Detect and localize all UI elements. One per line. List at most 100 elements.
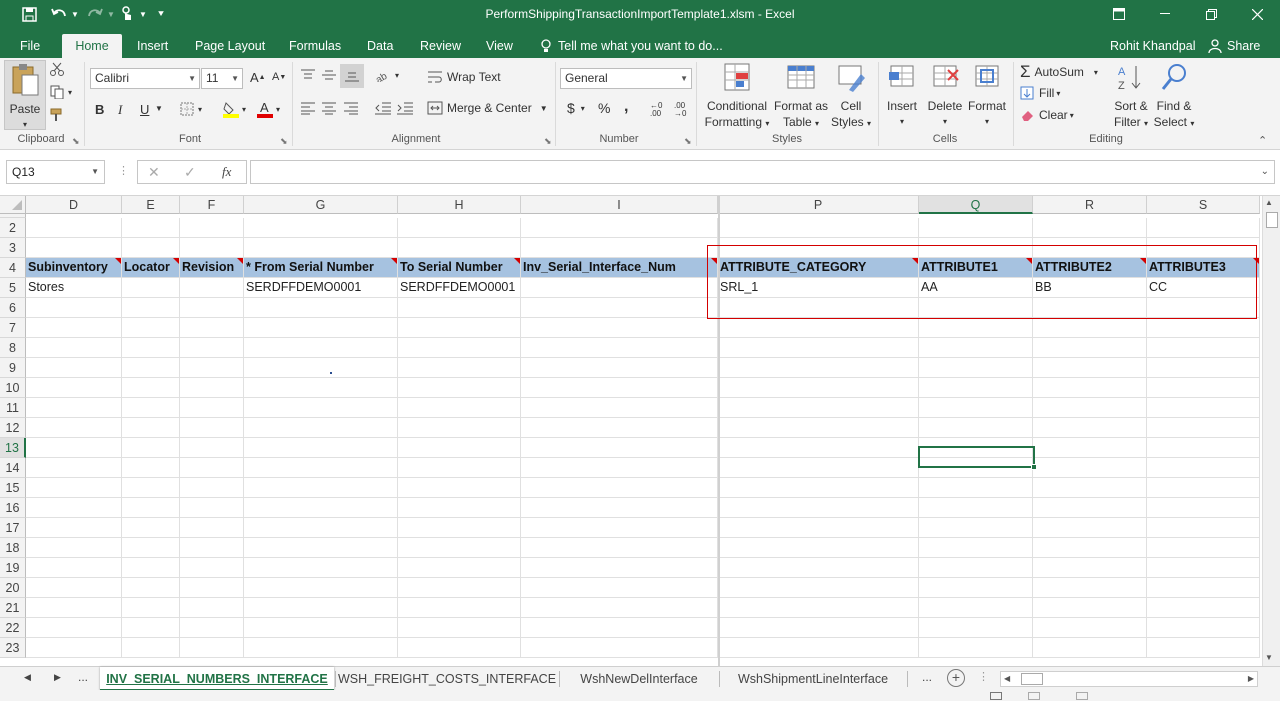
empty-cell[interactable] bbox=[398, 618, 521, 638]
empty-cell[interactable] bbox=[122, 398, 180, 418]
bold-button[interactable]: B bbox=[95, 102, 104, 117]
empty-cell[interactable] bbox=[1033, 318, 1147, 338]
worksheet-grid[interactable]: DEFGHIPQRS 2 3 4 5 6 7 8 9 10 11 12 13 14 15 16 17 18 19 2… bbox=[0, 196, 1262, 666]
enter-icon[interactable]: ✓ bbox=[184, 164, 196, 181]
empty-cell[interactable] bbox=[398, 358, 521, 378]
formula-input[interactable]: ⌄ bbox=[250, 160, 1275, 184]
font-launcher-icon[interactable]: ⬊ bbox=[280, 136, 288, 147]
empty-cell[interactable] bbox=[398, 478, 521, 498]
empty-cell[interactable] bbox=[1033, 338, 1147, 358]
empty-cell[interactable] bbox=[718, 218, 919, 238]
empty-cell[interactable] bbox=[1147, 478, 1260, 498]
percent-style-button[interactable]: % bbox=[598, 100, 610, 116]
empty-cell[interactable] bbox=[180, 618, 244, 638]
empty-cell[interactable] bbox=[244, 538, 398, 558]
decrease-indent-icon[interactable] bbox=[374, 101, 392, 115]
empty-cell[interactable] bbox=[122, 218, 180, 238]
cancel-icon[interactable]: ✕ bbox=[148, 164, 160, 181]
empty-cell[interactable] bbox=[180, 518, 244, 538]
formula-bar-handle-icon[interactable]: ⋮ bbox=[118, 164, 130, 177]
empty-cell[interactable] bbox=[1033, 218, 1147, 238]
decrease-decimal-icon[interactable]: .00 →0 bbox=[674, 102, 686, 118]
empty-cell[interactable] bbox=[1033, 378, 1147, 398]
underline-button[interactable]: U bbox=[140, 102, 149, 117]
empty-cell[interactable] bbox=[244, 338, 398, 358]
select-all-corner[interactable] bbox=[0, 196, 26, 214]
scroll-right-icon[interactable]: ▶ bbox=[1248, 674, 1254, 683]
empty-cell[interactable] bbox=[26, 318, 122, 338]
row-header-22[interactable]: 22 bbox=[0, 618, 26, 638]
empty-cell[interactable] bbox=[398, 438, 521, 458]
empty-cell[interactable] bbox=[1147, 458, 1260, 478]
empty-cell[interactable] bbox=[244, 438, 398, 458]
empty-cell[interactable] bbox=[1147, 338, 1260, 358]
empty-cell[interactable] bbox=[1147, 638, 1260, 658]
header-cell[interactable]: Locator bbox=[122, 258, 180, 278]
empty-cell[interactable] bbox=[1033, 398, 1147, 418]
empty-cell[interactable] bbox=[122, 318, 180, 338]
decrease-font-icon[interactable]: A ▼ bbox=[272, 71, 286, 83]
conditional-formatting-button[interactable]: Conditional Formatting ▾ bbox=[703, 62, 771, 132]
empty-cell[interactable] bbox=[398, 638, 521, 658]
format-cells-button[interactable]: Format ▾ bbox=[966, 62, 1008, 130]
empty-cell[interactable] bbox=[521, 298, 718, 318]
empty-cell[interactable] bbox=[919, 418, 1033, 438]
column-header-i[interactable]: I bbox=[521, 196, 718, 214]
empty-cell[interactable] bbox=[919, 638, 1033, 658]
empty-cell[interactable] bbox=[1147, 518, 1260, 538]
empty-cell[interactable] bbox=[718, 558, 919, 578]
empty-cell[interactable] bbox=[1033, 598, 1147, 618]
empty-cell[interactable] bbox=[398, 318, 521, 338]
empty-cell[interactable] bbox=[26, 638, 122, 658]
empty-cell[interactable] bbox=[718, 418, 919, 438]
empty-cell[interactable] bbox=[26, 298, 122, 318]
empty-cell[interactable] bbox=[1147, 618, 1260, 638]
tab-page-layout[interactable]: Page Layout bbox=[187, 34, 273, 58]
italic-button[interactable]: I bbox=[118, 102, 122, 118]
empty-cell[interactable] bbox=[26, 358, 122, 378]
header-cell[interactable]: * From Serial Number bbox=[244, 258, 398, 278]
more-sheets-left[interactable]: ... bbox=[78, 670, 88, 684]
empty-cell[interactable] bbox=[398, 498, 521, 518]
empty-cell[interactable] bbox=[122, 358, 180, 378]
empty-cell[interactable] bbox=[180, 358, 244, 378]
empty-cell[interactable] bbox=[180, 398, 244, 418]
empty-cell[interactable] bbox=[180, 638, 244, 658]
page-layout-view-icon[interactable] bbox=[1028, 692, 1040, 700]
row-header-2[interactable]: 2 bbox=[0, 218, 26, 238]
empty-cell[interactable] bbox=[521, 578, 718, 598]
empty-cell[interactable] bbox=[919, 518, 1033, 538]
underline-dropdown-icon[interactable]: ▼ bbox=[155, 104, 163, 113]
empty-cell[interactable] bbox=[919, 558, 1033, 578]
row-header-17[interactable]: 17 bbox=[0, 518, 26, 538]
empty-cell[interactable] bbox=[398, 338, 521, 358]
header-cell[interactable]: Subinventory bbox=[26, 258, 122, 278]
empty-cell[interactable] bbox=[521, 618, 718, 638]
row-header-7[interactable]: 7 bbox=[0, 318, 26, 338]
accounting-format-button[interactable]: $ ▾ bbox=[567, 100, 585, 116]
empty-cell[interactable] bbox=[521, 238, 718, 258]
row-header-8[interactable]: 8 bbox=[0, 338, 26, 358]
empty-cell[interactable] bbox=[398, 518, 521, 538]
empty-cell[interactable] bbox=[26, 518, 122, 538]
row-header-4[interactable]: 4 bbox=[0, 258, 26, 278]
vertical-scrollbar[interactable]: ▲ ▼ bbox=[1262, 196, 1280, 666]
empty-cell[interactable] bbox=[718, 358, 919, 378]
empty-cell[interactable] bbox=[718, 538, 919, 558]
empty-cell[interactable] bbox=[718, 318, 919, 338]
empty-cell[interactable] bbox=[919, 358, 1033, 378]
empty-cell[interactable] bbox=[26, 398, 122, 418]
middle-align-icon[interactable] bbox=[321, 68, 337, 82]
number-format-combo[interactable]: General ▼ bbox=[560, 68, 692, 89]
merge-center-button[interactable]: Merge & Center ▼ bbox=[427, 101, 548, 115]
empty-cell[interactable] bbox=[1147, 218, 1260, 238]
empty-cell[interactable] bbox=[26, 538, 122, 558]
font-color-icon[interactable]: A ▾ bbox=[256, 100, 280, 118]
empty-cell[interactable] bbox=[718, 378, 919, 398]
fill-color-icon[interactable]: ▾ bbox=[222, 100, 246, 118]
empty-cell[interactable] bbox=[521, 558, 718, 578]
sheet-tab-wsh-freight[interactable]: WSH_FREIGHT_COSTS_INTERFACE bbox=[336, 667, 558, 691]
empty-cell[interactable] bbox=[398, 458, 521, 478]
insert-function-icon[interactable]: fx bbox=[222, 164, 231, 180]
font-name-combo[interactable]: Calibri ▼ bbox=[90, 68, 200, 89]
